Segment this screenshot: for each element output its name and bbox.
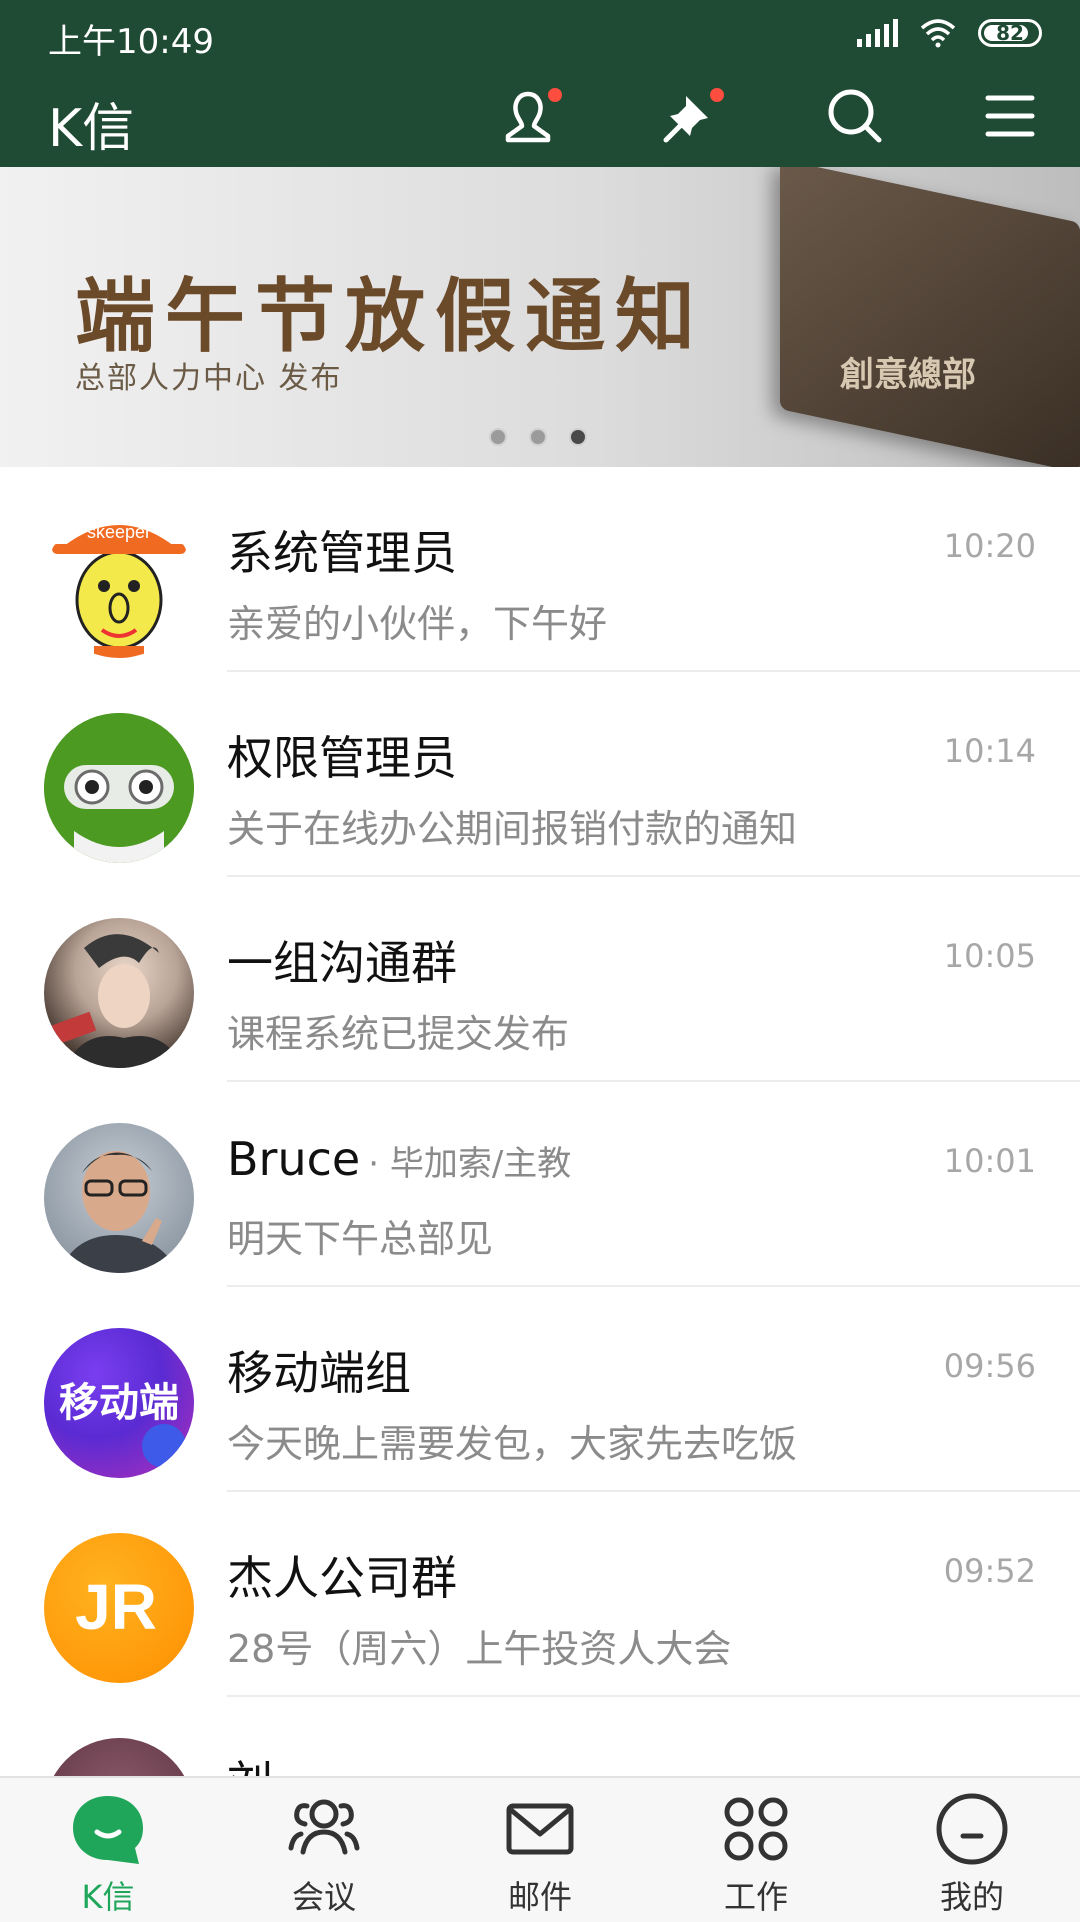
chat-name: 权限管理员	[227, 722, 457, 788]
app-title: K信	[48, 99, 135, 159]
chat-time: 09:56	[943, 1347, 1036, 1385]
people-icon	[288, 1799, 360, 1855]
signal-icon	[857, 19, 898, 47]
avatar-text: JR	[75, 1571, 157, 1643]
pin-icon[interactable]	[660, 86, 724, 150]
chat-time: 10:14	[943, 732, 1036, 770]
contacts-badge	[548, 88, 562, 102]
chat-name: 杰人公司群	[227, 1542, 457, 1608]
carousel-dot-active[interactable]	[569, 428, 587, 446]
robot-avatar	[44, 713, 194, 863]
photo-avatar	[44, 918, 194, 1068]
tab-mine[interactable]: 我的	[864, 1778, 1080, 1922]
status-icons: 82	[857, 18, 1042, 48]
tab-label: 工作	[723, 1878, 788, 1916]
tab-k-xin[interactable]: K信	[0, 1778, 216, 1922]
chat-message: 今天晚上需要发包，大家先去吃饭	[227, 1422, 798, 1466]
text-avatar: 移动端	[44, 1328, 194, 1478]
chat-name-text: 杰人公司群	[227, 1551, 457, 1605]
chat-name-text: 移动端组	[227, 1346, 411, 1400]
profile-icon	[936, 1793, 1008, 1865]
contacts-icon[interactable]	[498, 86, 562, 150]
chat-message: 关于在线办公期间报销付款的通知	[227, 807, 798, 851]
plaque-image	[780, 167, 1080, 467]
chat-message: 亲爱的小伙伴，下午好	[227, 602, 608, 646]
bottom-tab-bar: K信 会议 邮件 工作 我的	[0, 1776, 1080, 1922]
chat-time: 09:52	[943, 1552, 1036, 1590]
chat-row[interactable]: 一组沟通群 10:05 课程系统已提交发布	[0, 877, 1080, 1082]
chat-row[interactable]: 权限管理员 10:14 关于在线办公期间报销付款的通知	[0, 672, 1080, 877]
pin-badge	[710, 88, 724, 102]
banner-carousel[interactable]: 端午节放假通知 总部人力中心 发布 創意總部	[0, 167, 1080, 467]
chat-message: 课程系统已提交发布	[227, 1012, 570, 1056]
banner-title: 端午节放假通知	[75, 269, 705, 363]
chat-row[interactable]: Bruce · 毕加索/主教 10:01 明天下午总部见	[0, 1082, 1080, 1287]
carousel-dots	[489, 428, 587, 446]
status-time: 上午10:49	[48, 22, 214, 62]
text-avatar: JR	[44, 1533, 194, 1683]
tab-label: 我的	[939, 1878, 1004, 1916]
chat-time: 10:05	[943, 937, 1036, 975]
carousel-dot[interactable]	[489, 428, 507, 446]
plaque-text: 創意總部	[840, 355, 976, 395]
chat-name-text: 系统管理员	[227, 526, 457, 580]
chat-time: 10:20	[943, 527, 1036, 565]
tab-label: 会议	[291, 1878, 356, 1916]
menu-icon[interactable]	[980, 86, 1044, 150]
skeeper-text: skeeper	[87, 522, 151, 542]
chat-bubble-icon	[73, 1796, 143, 1864]
tab-meeting[interactable]: 会议	[216, 1778, 432, 1922]
photo-avatar	[44, 1123, 194, 1273]
wifi-icon	[920, 19, 956, 48]
chat-message: 明天下午总部见	[227, 1217, 494, 1261]
chat-row[interactable]: 移动端 移动端组 09:56 今天晚上需要发包，大家先去吃饭	[0, 1287, 1080, 1492]
chat-role: · 毕加索/主教	[368, 1144, 572, 1184]
search-icon[interactable]	[825, 86, 889, 150]
battery-icon: 82	[978, 19, 1042, 47]
mail-icon	[506, 1803, 574, 1855]
chat-row[interactable]: skeeper 系统管理员 10:20 亲爱的小伙伴，下午好	[0, 467, 1080, 672]
grid-icon	[724, 1797, 788, 1861]
banner-subtitle: 总部人力中心 发布	[75, 361, 343, 396]
tab-label: 邮件	[507, 1878, 572, 1916]
tab-label: K信	[81, 1878, 135, 1916]
avatar-text: 移动端	[59, 1380, 179, 1426]
chat-name-text: Bruce	[227, 1132, 361, 1186]
chat-message: 28号（周六）上午投资人大会	[227, 1627, 732, 1671]
chat-time: 10:01	[943, 1142, 1036, 1180]
chat-name: Bruce · 毕加索/主教	[227, 1132, 571, 1186]
chat-name-text: 权限管理员	[227, 731, 457, 785]
chat-name: 一组沟通群	[227, 927, 457, 993]
skeeper-avatar: skeeper	[44, 508, 194, 658]
chat-name-text: 一组沟通群	[227, 936, 457, 990]
tab-mail[interactable]: 邮件	[432, 1778, 648, 1922]
top-bar: 上午10:49 82 K信	[0, 0, 1080, 167]
chat-name: 移动端组	[227, 1337, 411, 1403]
battery-level: 82	[996, 21, 1024, 45]
chat-name: 系统管理员	[227, 517, 457, 583]
tab-work[interactable]: 工作	[648, 1778, 864, 1922]
chat-row[interactable]: JR 杰人公司群 09:52 28号（周六）上午投资人大会	[0, 1492, 1080, 1697]
chat-list: skeeper 系统管理员 10:20 亲爱的小伙伴，下午好 权限管理员 10:…	[0, 467, 1080, 1902]
carousel-dot[interactable]	[529, 428, 547, 446]
